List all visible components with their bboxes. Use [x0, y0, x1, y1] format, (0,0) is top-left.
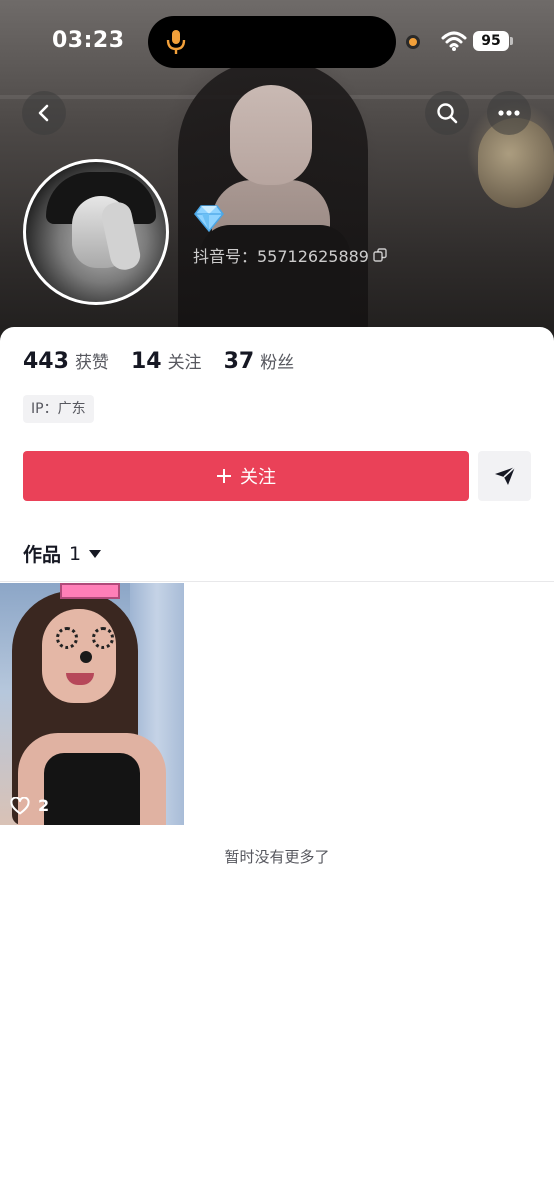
plus-icon	[217, 469, 231, 483]
stat-label: 关注	[167, 353, 202, 373]
follow-button[interactable]: 关注	[23, 451, 469, 501]
search-button[interactable]	[425, 91, 469, 135]
profile-stats: 443 获赞 14 关注 37 粉丝	[23, 348, 316, 374]
video-likes: 2	[10, 796, 49, 815]
mic-icon	[166, 30, 186, 54]
back-icon	[38, 104, 49, 122]
more-button[interactable]	[487, 91, 531, 135]
profile-page: 03:23 95 抖音号：55712625889 443 获赞 14 关注 37…	[0, 0, 554, 1200]
stat-followers[interactable]: 37 粉丝	[224, 348, 295, 374]
stat-label: 粉丝	[260, 353, 295, 373]
battery-indicator: 95	[473, 31, 509, 51]
search-icon	[437, 103, 458, 124]
diamond-icon[interactable]	[193, 203, 225, 233]
stat-number: 443	[23, 349, 69, 374]
video-thumbnail[interactable]	[0, 583, 184, 825]
works-count: 1	[69, 542, 82, 565]
tab-works[interactable]: 作品 1	[23, 540, 102, 567]
wifi-icon	[441, 31, 467, 51]
avatar[interactable]	[23, 159, 169, 305]
works-tab-label: 作品	[23, 544, 62, 566]
follow-button-label: 关注	[240, 467, 276, 488]
no-more-text: 暂时没有更多了	[224, 848, 330, 866]
send-icon	[494, 466, 516, 485]
caret-down-icon	[89, 549, 102, 558]
stat-number: 37	[223, 349, 255, 374]
send-message-button[interactable]	[478, 451, 531, 501]
back-button[interactable]	[22, 91, 66, 135]
likes-count: 2	[38, 796, 50, 815]
stat-label: 获赞	[74, 353, 109, 373]
stat-number: 14	[130, 349, 162, 374]
more-icon	[498, 110, 520, 116]
recording-indicator	[406, 35, 420, 49]
copy-icon[interactable]	[373, 248, 387, 262]
status-time: 03:23	[52, 28, 125, 53]
douyin-id[interactable]: 抖音号：55712625889	[193, 243, 387, 267]
douyin-id-text: 抖音号：55712625889	[193, 247, 369, 266]
stat-likes[interactable]: 443 获赞	[23, 348, 109, 374]
stat-following[interactable]: 14 关注	[131, 348, 202, 374]
heart-icon	[10, 796, 30, 814]
ip-location-tag: IP：广东	[23, 395, 94, 423]
divider	[0, 581, 554, 582]
